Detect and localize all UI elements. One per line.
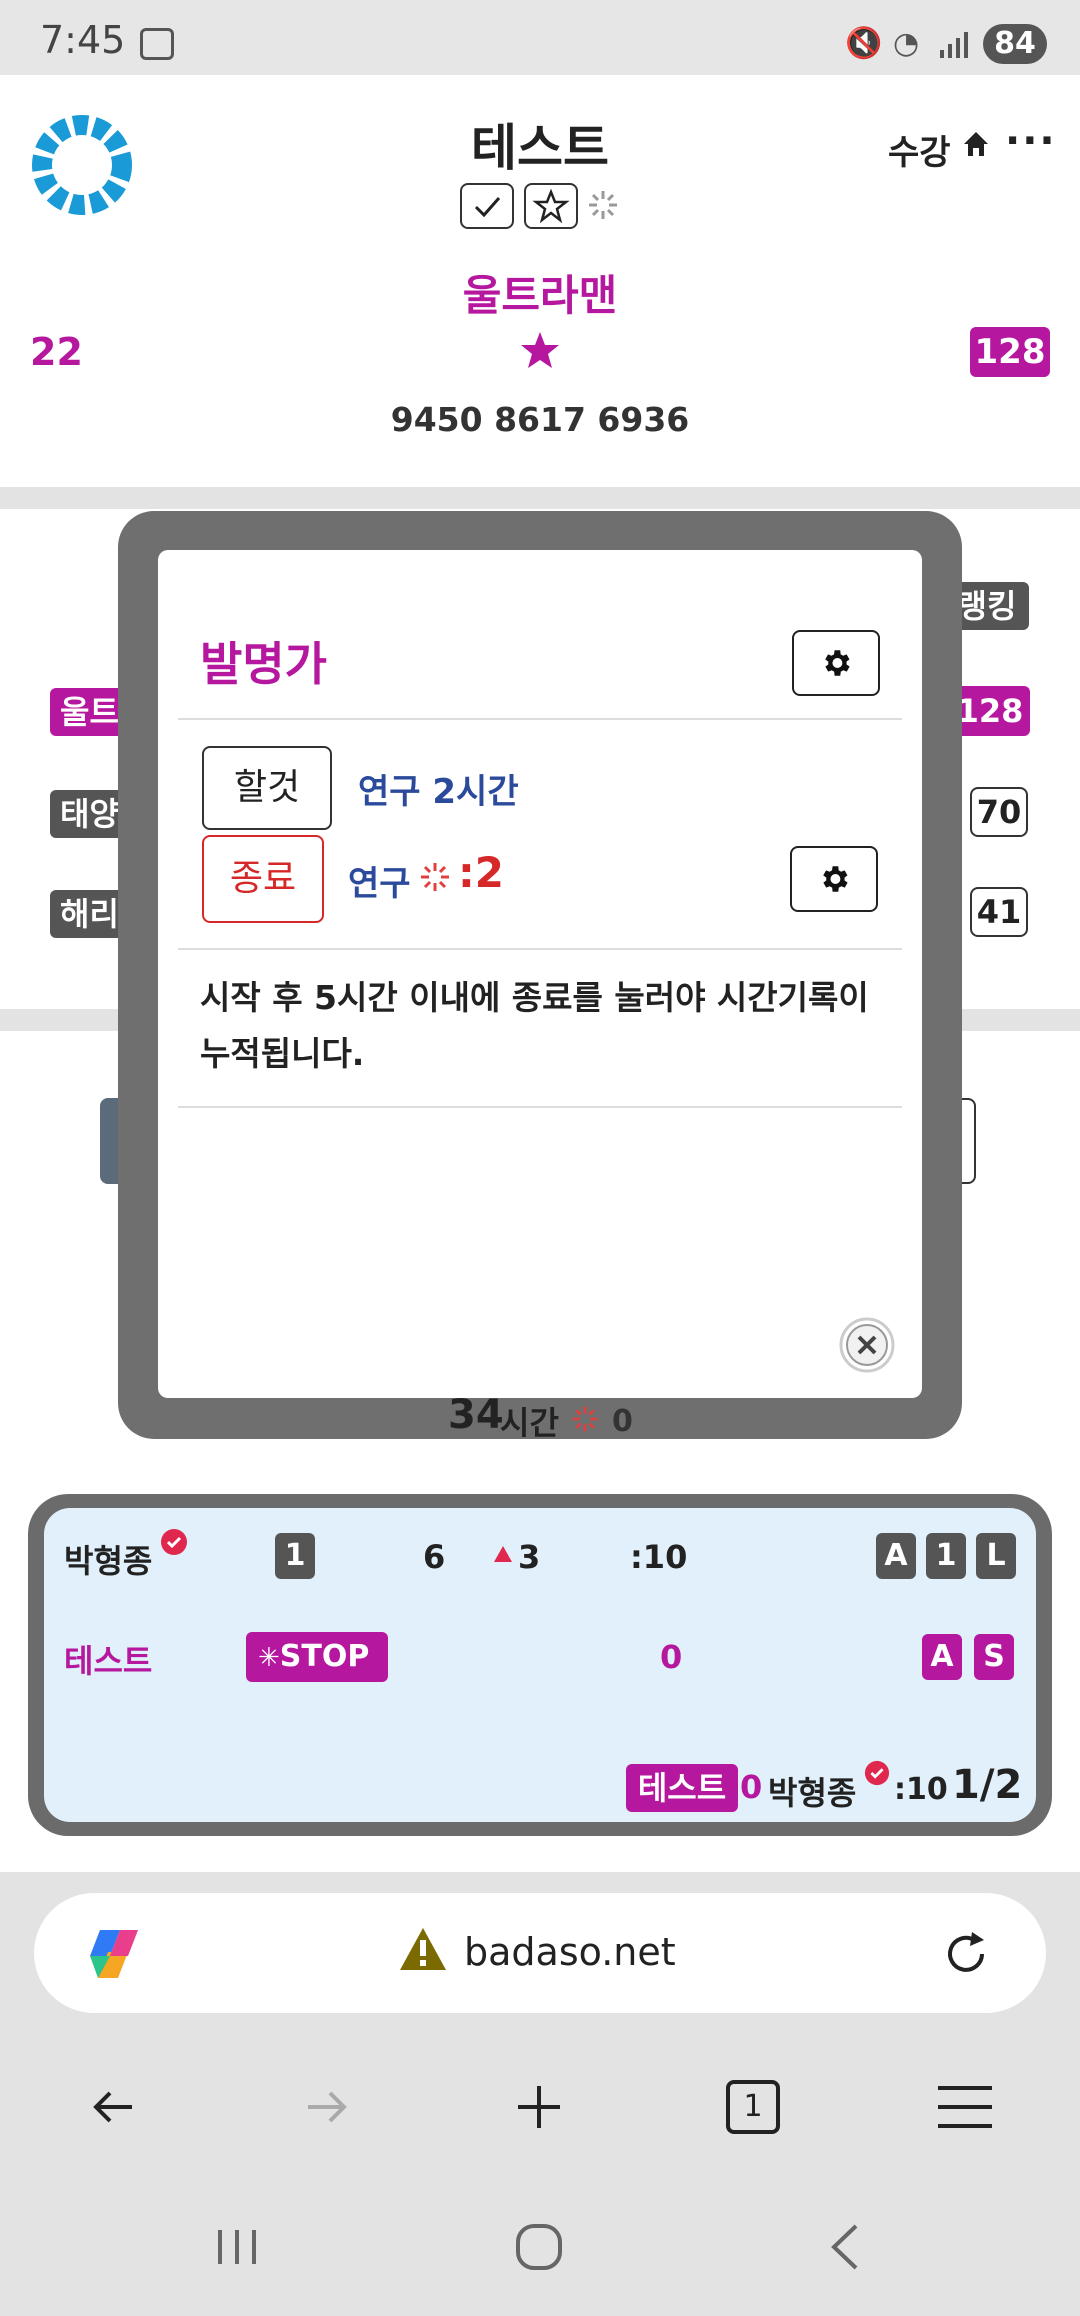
mute-icon: 🔇 [845, 26, 883, 61]
badge-a-magenta[interactable]: A [922, 1634, 962, 1680]
star-button[interactable] [524, 183, 578, 229]
footer-tag[interactable]: 테스트 [626, 1764, 738, 1812]
logo-icon[interactable] [30, 113, 134, 217]
battery-indicator: 84 [983, 24, 1047, 64]
screenshot-icon [140, 28, 174, 60]
row1-up: 3 [518, 1538, 541, 1576]
end-text: 연구 [348, 864, 411, 904]
footer-name: 박형종 [768, 1774, 857, 1812]
home-nav-icon[interactable] [514, 2222, 564, 2272]
verified-icon [160, 1528, 188, 1556]
hours-spinner-icon [570, 1404, 600, 1434]
modal-divider [178, 948, 902, 950]
left-count: 22 [30, 330, 83, 374]
forward-icon[interactable] [302, 2082, 352, 2132]
up-arrow-icon [494, 1546, 512, 1562]
list-item-value: 128 [950, 686, 1030, 736]
badge-1[interactable]: 1 [926, 1533, 966, 1579]
row1-box: 1 [275, 1533, 315, 1579]
footer-time: :10 [894, 1772, 948, 1807]
stop-button[interactable]: ✳STOP [246, 1632, 388, 1682]
score-badge: 128 [970, 327, 1050, 377]
end-button[interactable]: 종료 [202, 835, 324, 923]
spinner-icon [586, 188, 620, 222]
todo-text: 연구 2시간 [358, 772, 519, 812]
row2-zero: 0 [660, 1638, 683, 1676]
number-code: 9450 8617 6936 [390, 400, 690, 439]
end-count: :2 [458, 848, 505, 897]
list-item-value: 41 [970, 887, 1028, 937]
warning-icon [398, 1926, 448, 1972]
badge-l[interactable]: L [976, 1533, 1016, 1579]
wifi-icon: ◔ [893, 26, 920, 61]
tab-count: 1 [743, 2089, 763, 2124]
modal-divider [178, 1106, 902, 1108]
modal-title: 발명가 [200, 637, 327, 691]
user-name[interactable]: 박형종 [64, 1536, 152, 1582]
tab-counter-button[interactable]: 1 [726, 2080, 780, 2134]
hours-unit: 시간 [500, 1404, 559, 1442]
row1-num: 6 [423, 1538, 446, 1576]
list-item-value: 70 [970, 787, 1028, 837]
header-subtitle: 울트라맨 [462, 271, 618, 320]
stop-label: STOP [279, 1639, 370, 1674]
gear-icon [823, 866, 848, 892]
loading-spinner-icon [418, 860, 452, 894]
todo-button[interactable]: 할것 [202, 746, 332, 830]
signal-icon [940, 30, 970, 58]
section-divider [0, 487, 1080, 509]
end-settings-button[interactable] [790, 846, 878, 912]
close-icon[interactable] [838, 1316, 896, 1374]
menu-icon[interactable] [936, 2084, 994, 2130]
badge-s-magenta[interactable]: S [974, 1634, 1014, 1680]
gear-icon [825, 650, 850, 676]
hours-value: 34 [448, 1392, 504, 1438]
refresh-icon[interactable] [938, 1926, 994, 1982]
copilot-icon[interactable] [82, 1924, 146, 1984]
back-icon[interactable] [88, 2082, 138, 2132]
favorite-star-icon[interactable] [518, 330, 562, 372]
back-nav-icon[interactable] [822, 2222, 868, 2272]
check-button[interactable] [460, 183, 514, 229]
row2-name[interactable]: 테스트 [64, 1636, 152, 1682]
new-tab-icon[interactable] [514, 2082, 564, 2132]
header-right-label[interactable]: 수강 [888, 125, 951, 174]
badge-a[interactable]: A [876, 1533, 916, 1579]
modal-divider [178, 718, 902, 720]
footer-verified-icon [864, 1760, 890, 1786]
recents-nav-icon[interactable] [214, 2224, 260, 2270]
more-menu-icon[interactable]: ··· [1005, 118, 1057, 164]
home-icon[interactable] [960, 128, 992, 160]
hours-zero: 0 [612, 1404, 633, 1439]
modal-settings-button[interactable] [792, 630, 880, 696]
status-time: 7:45 [40, 18, 126, 62]
url-text[interactable]: badaso.net [464, 1930, 676, 1974]
footer-page[interactable]: 1/2 [952, 1762, 1022, 1808]
footer-zero: 0 [740, 1768, 763, 1806]
row1-time: :10 [630, 1538, 688, 1576]
page-title: 테스트 [471, 119, 609, 177]
modal-notice: 시작 후 5시간 이내에 종료를 눌러야 시간기록이 누적됩니다. [200, 978, 869, 1073]
stop-spinner-icon: ✳ [258, 1643, 280, 1673]
